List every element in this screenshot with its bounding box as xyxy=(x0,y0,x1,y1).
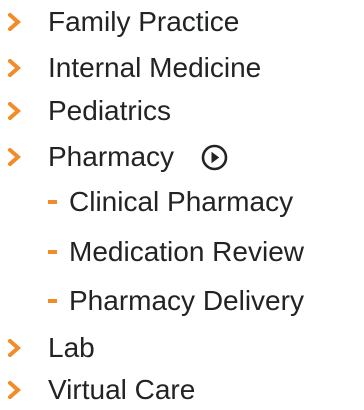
menu-item-label: Pediatrics xyxy=(48,95,171,126)
menu-item-label: Virtual Care xyxy=(48,374,196,405)
dash-icon xyxy=(48,250,57,254)
chevron-right-icon xyxy=(8,102,22,120)
menu-item-label: Family Practice xyxy=(48,6,240,37)
menu-item-label: Lab xyxy=(48,332,95,363)
dash-icon xyxy=(48,200,57,204)
chevron-right-icon xyxy=(8,339,22,357)
submenu-item-pharmacy-delivery[interactable]: Pharmacy Delivery xyxy=(0,281,364,321)
menu-item-pharmacy[interactable]: Pharmacy xyxy=(0,137,240,177)
play-circle-icon[interactable] xyxy=(201,144,228,171)
submenu-item-label: Pharmacy Delivery xyxy=(69,285,304,316)
submenu-item-clinical-pharmacy[interactable]: Clinical Pharmacy xyxy=(0,182,364,222)
chevron-right-icon xyxy=(8,59,22,77)
chevron-right-icon xyxy=(8,381,22,399)
submenu-item-label: Clinical Pharmacy xyxy=(69,186,294,217)
chevron-right-icon xyxy=(8,13,22,31)
dash-icon xyxy=(48,299,57,303)
submenu-item-medication-review[interactable]: Medication Review xyxy=(0,232,364,272)
menu-item-label: Pharmacy xyxy=(48,141,175,172)
chevron-right-icon xyxy=(8,148,22,166)
menu-item-label: Internal Medicine xyxy=(48,52,262,83)
submenu-item-label: Medication Review xyxy=(69,236,304,267)
